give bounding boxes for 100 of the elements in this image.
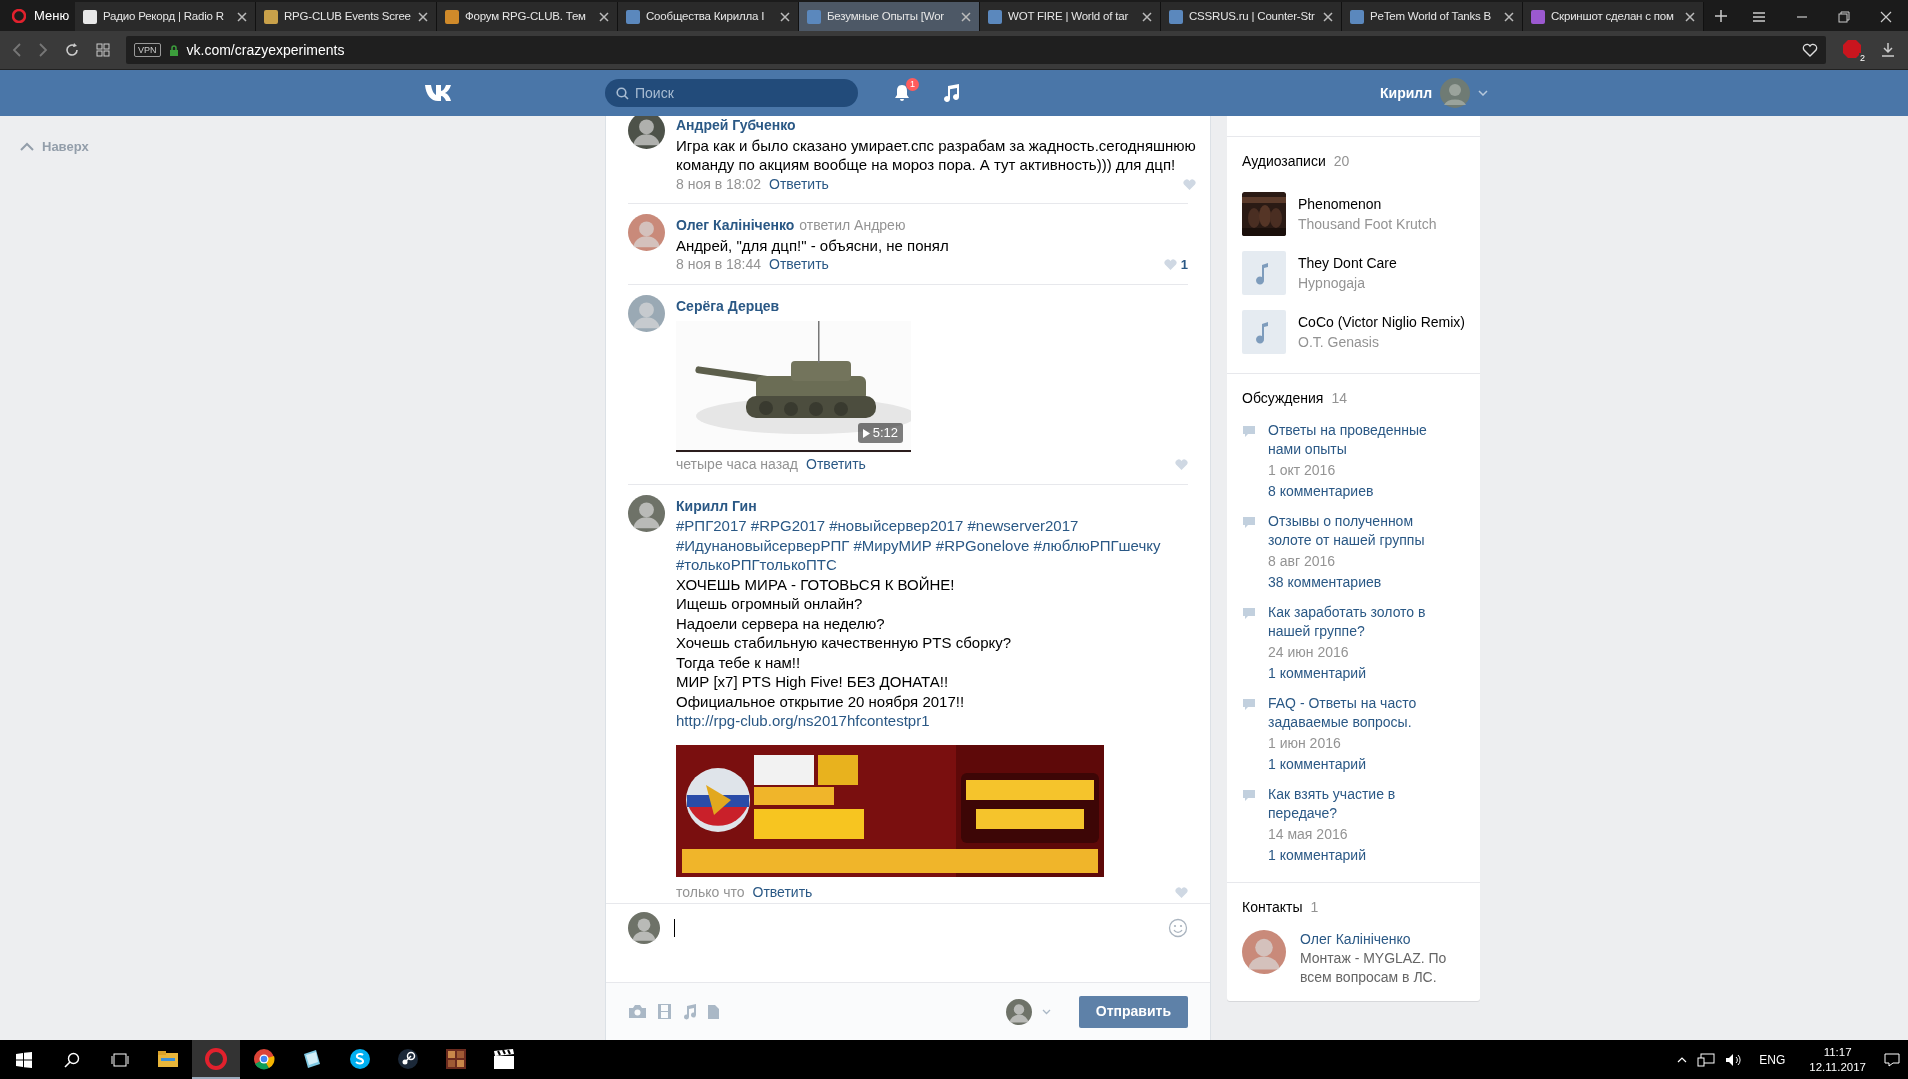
topic-comments-link[interactable]: 8 комментариев bbox=[1268, 482, 1458, 501]
new-tab-icon[interactable] bbox=[1714, 9, 1728, 23]
close-icon[interactable] bbox=[1685, 11, 1695, 22]
topic-comments-link[interactable]: 38 комментариев bbox=[1268, 573, 1458, 592]
user-menu-button[interactable]: Кирилл bbox=[1380, 78, 1489, 108]
topic-link[interactable]: Ответы на проведенные нами опыты bbox=[1268, 421, 1458, 459]
clock[interactable]: 11:17 12.11.2017 bbox=[1801, 1044, 1874, 1075]
hashtag-links[interactable]: #ИдунановыйсерверРПГ #МируМИР #RPGonelove #люблюРПГшечку bbox=[676, 535, 1188, 555]
comment-text: МИР [x7] PTS High Five! БЕЗ ДОНАТА!! bbox=[676, 672, 950, 692]
avatar-icon[interactable] bbox=[628, 494, 665, 532]
tray-caret-icon[interactable] bbox=[1677, 1056, 1688, 1063]
close-icon[interactable] bbox=[1323, 11, 1333, 22]
send-button[interactable]: Отправить bbox=[1078, 995, 1188, 1028]
browser-tab[interactable]: Форум RPG-CLUB. Тем bbox=[437, 2, 618, 31]
back-icon[interactable] bbox=[12, 42, 22, 58]
comment-time: только что bbox=[676, 882, 745, 902]
reply-link[interactable]: Ответить bbox=[769, 174, 829, 194]
comment-text: Надоели сервера на неделю? bbox=[676, 613, 886, 633]
section-title[interactable]: Контакты bbox=[1242, 897, 1303, 918]
reply-link[interactable]: Ответить bbox=[806, 455, 866, 475]
windows-start-icon[interactable] bbox=[16, 1051, 32, 1068]
close-icon[interactable] bbox=[599, 11, 609, 22]
browser-tab[interactable]: Радио Рекорд | Radio R bbox=[75, 2, 256, 31]
heart-icon[interactable] bbox=[1802, 43, 1818, 57]
section-title[interactable]: Обсуждения bbox=[1242, 388, 1324, 409]
author-link[interactable]: Андрей Губченко bbox=[676, 116, 796, 136]
steam-icon bbox=[397, 1047, 419, 1070]
browser-tab[interactable]: PeTem World of Tanks B bbox=[1342, 2, 1523, 31]
comment-bubble-icon bbox=[1242, 789, 1256, 802]
topic-link[interactable]: Отзывы о полученном золоте от нашей группы bbox=[1268, 512, 1458, 550]
author-link[interactable]: Олег Калініченко bbox=[676, 216, 795, 236]
notifications-icon[interactable] bbox=[1884, 1052, 1900, 1067]
music-note-icon[interactable] bbox=[1242, 309, 1286, 354]
notifications-icon[interactable] bbox=[892, 83, 912, 103]
comment-bubble-icon bbox=[1242, 698, 1256, 711]
clock-time: 11:17 bbox=[1823, 1044, 1852, 1060]
url-link[interactable]: http://rpg-club.org/ns2017hfcontestpr1 bbox=[676, 711, 1188, 731]
task-view-icon[interactable] bbox=[111, 1052, 129, 1067]
avatar-icon[interactable] bbox=[628, 912, 660, 944]
duration-text: 5:12 bbox=[872, 424, 898, 443]
track-title[interactable]: They Dont Care bbox=[1298, 252, 1397, 273]
search-field[interactable]: Поиск bbox=[605, 79, 858, 107]
reload-icon[interactable] bbox=[64, 42, 80, 58]
comment-text: Игра как и было сказано умирает.спс разрабам за жадность.сегодняшнюю bbox=[676, 135, 1196, 155]
address-field[interactable]: VPN vk.com/crazyexperiments bbox=[126, 36, 1826, 64]
reply-link[interactable]: Ответить bbox=[752, 882, 813, 902]
volume-icon[interactable] bbox=[1725, 1052, 1744, 1067]
section-title[interactable]: Аудиозаписи bbox=[1242, 151, 1326, 172]
tab-menu-icon[interactable] bbox=[1752, 11, 1766, 23]
track-artist: O.T. Genasis bbox=[1298, 332, 1380, 352]
topic-link[interactable]: FAQ - Ответы на часто задаваемые вопросы. bbox=[1268, 694, 1458, 732]
browser-tab[interactable]: CSSRUS.ru | Counter-Str bbox=[1161, 2, 1342, 31]
adblock-count: 2 bbox=[1859, 53, 1866, 63]
speed-dial-icon[interactable] bbox=[96, 43, 110, 57]
browser-tab[interactable]: RPG-CLUB Events Scree bbox=[256, 2, 437, 31]
tab-title: Форум RPG-CLUB. Тем bbox=[465, 8, 587, 24]
tab-title: Безумные Опыты [Wor bbox=[827, 8, 945, 24]
avatar-icon[interactable] bbox=[628, 116, 665, 149]
play-icon[interactable] bbox=[862, 428, 870, 438]
topic-comments-link[interactable]: 1 комментарий bbox=[1268, 664, 1458, 683]
topic-date: 1 июн 2016 bbox=[1268, 734, 1342, 753]
reply-link[interactable]: Ответить bbox=[769, 255, 829, 275]
comment-bubble-icon bbox=[1242, 425, 1256, 438]
track-title[interactable]: CoCo (Victor Niglio Remix) bbox=[1298, 311, 1465, 332]
forward-icon[interactable] bbox=[38, 42, 48, 58]
close-icon[interactable] bbox=[1504, 11, 1514, 22]
music-icon[interactable] bbox=[942, 83, 960, 103]
download-icon[interactable] bbox=[1880, 42, 1896, 58]
comment-time: 8 ноя в 18:44 bbox=[676, 255, 762, 274]
restore-icon[interactable] bbox=[1838, 11, 1850, 23]
topic-comments-link[interactable]: 1 комментарий bbox=[1268, 846, 1458, 865]
author-link[interactable]: Серёга Дерцев bbox=[676, 296, 780, 316]
contact-name-link[interactable]: Олег Калініченко bbox=[1300, 930, 1465, 949]
topic-link[interactable]: Как взять участие в передаче? bbox=[1268, 785, 1458, 823]
close-icon[interactable] bbox=[237, 11, 247, 22]
author-link[interactable]: Кирилл Гин bbox=[676, 496, 757, 516]
browser-tab[interactable]: Сообщества Кирилла I bbox=[618, 2, 799, 31]
network-icon[interactable] bbox=[1697, 1052, 1716, 1067]
topic-link[interactable]: Как заработать золото в нашей группе? bbox=[1268, 603, 1458, 641]
avatar-icon[interactable] bbox=[1005, 998, 1032, 1025]
close-icon[interactable] bbox=[1142, 11, 1152, 22]
comment-text: Андрей, "для дцп!" - объясни, не понял bbox=[676, 235, 950, 255]
topic-date: 14 мая 2016 bbox=[1268, 825, 1349, 844]
language-indicator[interactable]: ENG bbox=[1753, 1050, 1792, 1069]
vpn-badge[interactable]: VPN bbox=[134, 43, 161, 57]
caret-icon bbox=[1478, 90, 1489, 96]
browser-tab[interactable]: Безумные Опыты [Wor bbox=[799, 2, 980, 31]
hashtag-links[interactable]: #толькоРПГтолькоПТС bbox=[676, 555, 1188, 575]
topic-comments-link[interactable]: 1 комментарий bbox=[1268, 755, 1458, 774]
hashtag-links[interactable]: #РПГ2017 #RPG2017 #новыйсервер2017 #newserver2017 bbox=[676, 516, 1188, 536]
close-icon[interactable] bbox=[780, 11, 790, 22]
section-count: 20 bbox=[1333, 152, 1350, 171]
music-note-icon[interactable] bbox=[1242, 250, 1286, 295]
comment-text: Хочешь стабильную качественную PTS сборку? bbox=[676, 633, 1013, 653]
close-icon[interactable] bbox=[1880, 11, 1892, 23]
browser-tab[interactable]: Скриншот сделан с пом bbox=[1523, 2, 1704, 31]
search-icon[interactable] bbox=[64, 1051, 80, 1068]
track-title[interactable]: Phenomenon bbox=[1298, 193, 1437, 214]
browser-tab[interactable]: WOT FIRE | World of tar bbox=[980, 2, 1161, 31]
close-icon[interactable] bbox=[418, 11, 428, 22]
